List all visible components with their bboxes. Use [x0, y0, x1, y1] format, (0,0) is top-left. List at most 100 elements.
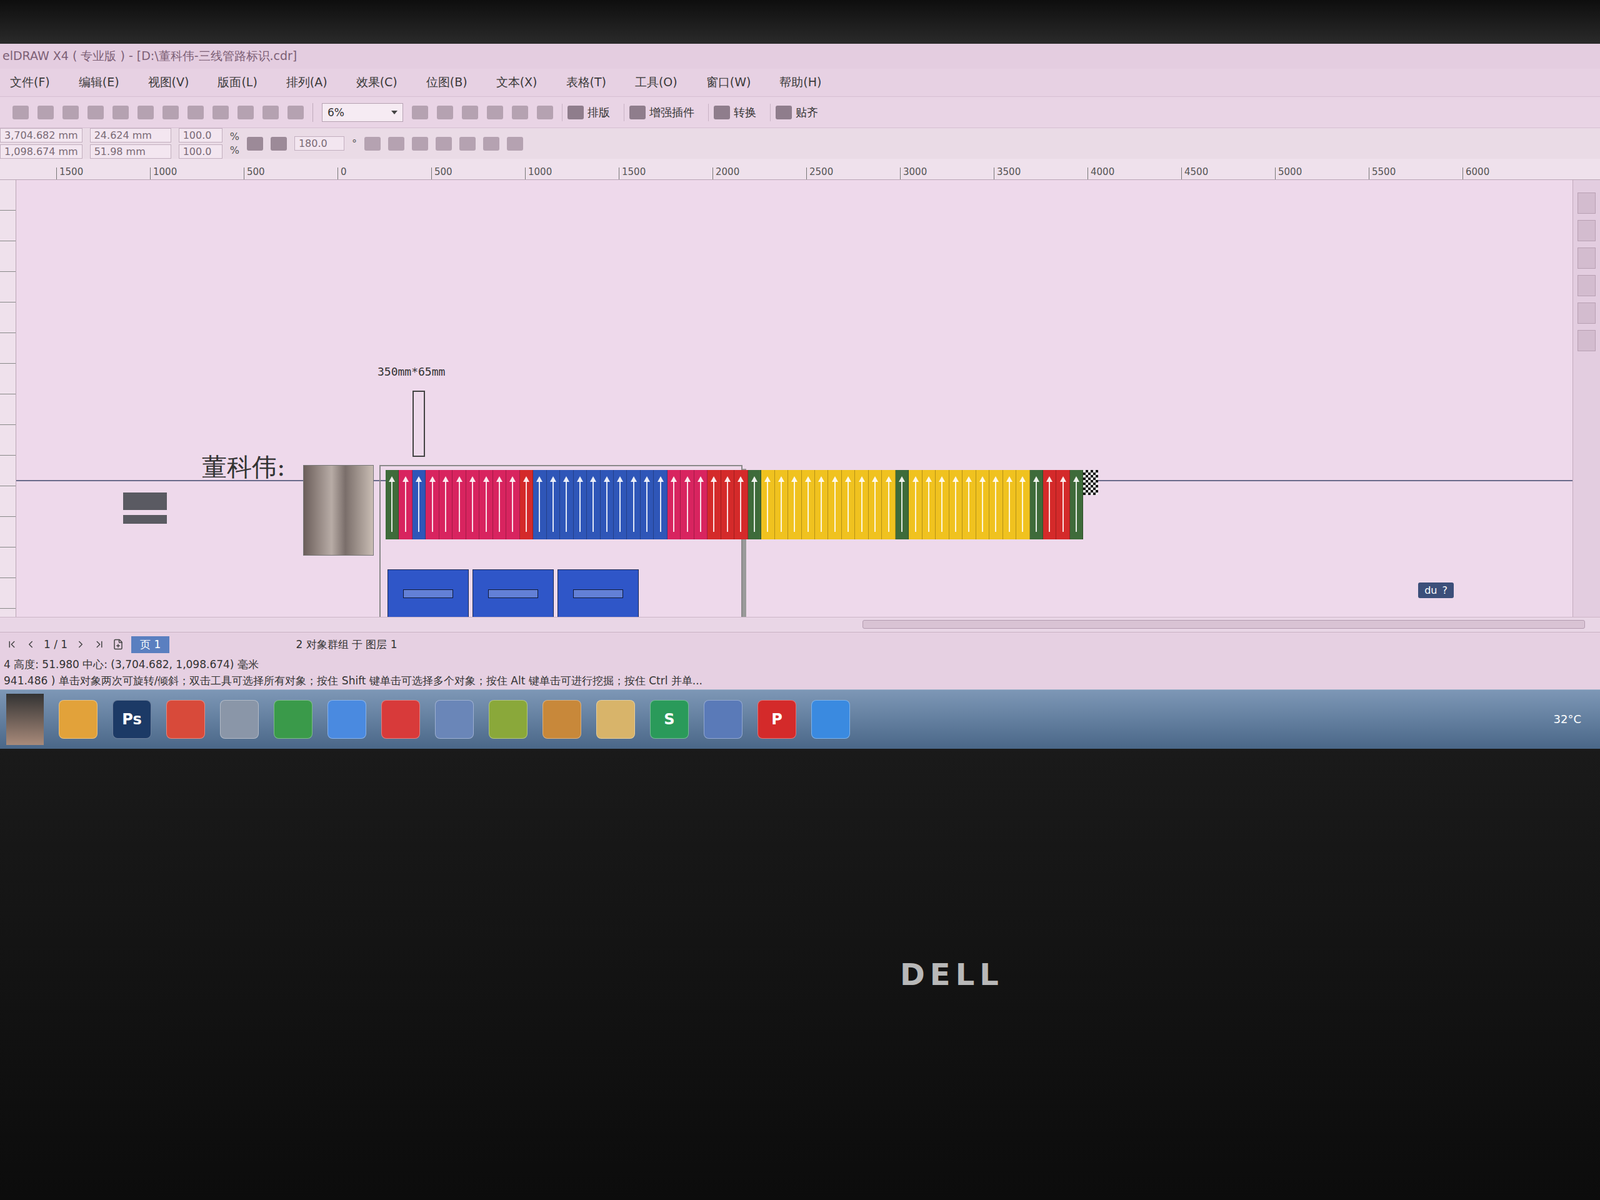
menu-item[interactable]: 视图(V)	[148, 74, 190, 91]
tool-icon[interactable]	[62, 105, 79, 120]
pipe-label[interactable]	[640, 470, 654, 540]
arrange-icon[interactable]	[388, 136, 405, 151]
menu-item[interactable]: 效果(C)	[356, 74, 398, 91]
zoom-tool-icon[interactable]	[411, 105, 429, 120]
pipe-label[interactable]	[1016, 470, 1030, 540]
arrange-icon[interactable]	[483, 136, 500, 151]
menu-item[interactable]: 表格(T)	[566, 74, 607, 91]
pipe-label[interactable]	[707, 470, 721, 540]
pipe-label[interactable]	[1003, 470, 1017, 540]
prev-page-icon[interactable]	[25, 638, 37, 650]
tool-icon[interactable]	[287, 105, 304, 120]
scale-x-field[interactable]: 100.0	[178, 128, 223, 143]
taskbar-app[interactable]	[381, 700, 420, 739]
menu-item[interactable]: 工具(O)	[635, 74, 678, 91]
taskbar-app[interactable]	[435, 700, 474, 739]
taskbar-app[interactable]	[703, 700, 743, 739]
add-page-icon[interactable]	[112, 638, 124, 650]
taskbar-app[interactable]	[488, 700, 528, 739]
pipe-label[interactable]	[855, 470, 869, 540]
pipe-label[interactable]	[922, 470, 936, 540]
pipe-label[interactable]	[734, 470, 748, 540]
pipe-label[interactable]	[613, 470, 627, 540]
taskbar-app[interactable]	[166, 700, 205, 739]
docker-tab[interactable]	[1577, 247, 1596, 269]
taskbar-app[interactable]	[327, 700, 367, 739]
pipe-label[interactable]	[667, 470, 681, 540]
pipe-label[interactable]	[533, 470, 547, 540]
taskbar-app[interactable]	[220, 700, 259, 739]
menu-item[interactable]: 文件(F)	[10, 74, 50, 91]
zoom-tool-icon[interactable]	[536, 105, 554, 120]
pipe-label[interactable]	[398, 470, 412, 540]
tool-icon[interactable]	[162, 105, 179, 120]
pipe-label[interactable]	[761, 470, 775, 540]
tool-icon[interactable]	[262, 105, 279, 120]
pipe-label[interactable]	[680, 470, 694, 540]
tool-icon[interactable]	[237, 105, 254, 120]
menu-item[interactable]: 位图(B)	[426, 74, 468, 91]
name-label[interactable]: 董科伟:	[201, 450, 285, 485]
plugin-button[interactable]: 排版	[561, 103, 615, 122]
thumbnail[interactable]	[123, 492, 167, 510]
zoom-select[interactable]: 6%	[321, 103, 404, 122]
taskbar-app[interactable]	[542, 700, 582, 739]
taskbar-app[interactable]: P	[757, 700, 797, 739]
pipe-label[interactable]	[949, 470, 963, 540]
pipe-label[interactable]	[841, 470, 855, 540]
width-field[interactable]: 24.624 mm	[90, 128, 172, 143]
tool-icon[interactable]	[212, 105, 229, 120]
pipe-label[interactable]	[439, 470, 453, 540]
photo[interactable]	[303, 465, 374, 556]
pipe-label[interactable]	[881, 470, 895, 540]
zoom-tool-icon[interactable]	[486, 105, 504, 120]
ime-widget[interactable]: du?	[1418, 582, 1454, 599]
zoom-tool-icon[interactable]	[436, 105, 454, 120]
valve-sign[interactable]	[387, 569, 469, 617]
tool-icon[interactable]	[37, 105, 54, 120]
pipe-label[interactable]	[935, 470, 949, 540]
pipe-label[interactable]	[452, 470, 466, 540]
menu-item[interactable]: 帮助(H)	[779, 74, 822, 91]
zoom-tool-icon[interactable]	[461, 105, 479, 120]
pipe-label[interactable]	[493, 470, 507, 540]
thumbnail[interactable]	[123, 515, 167, 524]
pipe-label[interactable]	[600, 470, 614, 540]
valve-sign[interactable]	[557, 569, 639, 617]
tool-icon[interactable]	[112, 105, 129, 120]
pipe-label[interactable]	[908, 470, 922, 540]
pipe-label[interactable]	[815, 470, 829, 540]
pipe-label[interactable]	[721, 470, 735, 540]
pipe-label[interactable]	[748, 470, 762, 540]
pipe-label[interactable]	[1030, 470, 1044, 540]
pipe-label[interactable]	[626, 470, 640, 540]
first-page-icon[interactable]	[6, 638, 18, 650]
arrange-icon[interactable]	[364, 136, 381, 151]
plugin-button[interactable]: 增强插件	[623, 103, 700, 122]
menu-item[interactable]: 窗口(W)	[706, 74, 752, 91]
x-field[interactable]: 3,704.682 mm	[0, 128, 83, 143]
pipe-label[interactable]	[560, 470, 574, 540]
pipe-label[interactable]	[828, 470, 842, 540]
arrange-icon[interactable]	[435, 136, 452, 151]
tool-icon[interactable]	[137, 105, 154, 120]
pipe-label[interactable]	[1056, 470, 1070, 540]
zoom-tool-icon[interactable]	[511, 105, 529, 120]
pipe-label[interactable]	[1043, 470, 1057, 540]
next-page-icon[interactable]	[75, 638, 87, 650]
height-field[interactable]: 51.98 mm	[90, 144, 172, 159]
docker-tab[interactable]	[1577, 275, 1596, 297]
taskbar-app[interactable]	[811, 700, 850, 739]
pipe-label[interactable]	[385, 470, 399, 540]
pipe-label[interactable]	[479, 470, 493, 540]
pipe-label[interactable]	[466, 470, 480, 540]
pipe-label[interactable]	[989, 470, 1003, 540]
tool-icon[interactable]	[87, 105, 104, 120]
pipe-label[interactable]	[775, 470, 789, 540]
taskbar-app[interactable]	[273, 700, 313, 739]
pipe-label[interactable]	[895, 470, 909, 540]
lock-icon[interactable]	[246, 136, 264, 151]
menu-item[interactable]: 文本(X)	[496, 74, 538, 91]
ime-help[interactable]: ?	[1442, 584, 1449, 597]
pipe-label[interactable]	[962, 470, 976, 540]
